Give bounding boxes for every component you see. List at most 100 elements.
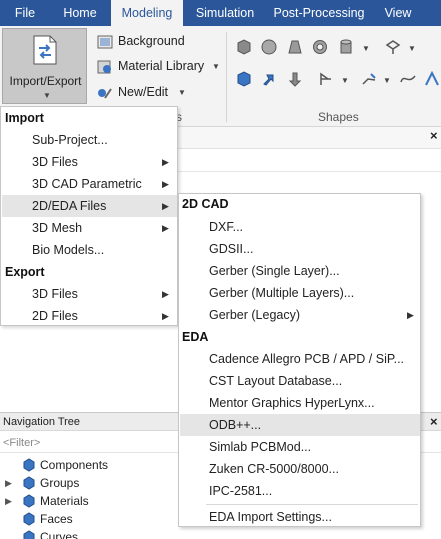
torus-icon[interactable]: [312, 39, 328, 55]
submenu-item-zuken[interactable]: Zuken CR-5000/8000...: [180, 458, 420, 480]
menu-item-label: 3D CAD Parametric: [32, 177, 142, 191]
tab-file[interactable]: File: [6, 0, 44, 26]
material-library-icon: [97, 60, 111, 74]
curves-icon: [23, 530, 35, 539]
brick-icon[interactable]: [236, 39, 252, 55]
cone-icon[interactable]: [287, 39, 303, 55]
menu-item-sub-project[interactable]: Sub-Project...: [2, 129, 177, 151]
submenu-item-ipc-2581[interactable]: IPC-2581...: [180, 480, 420, 502]
chevron-down-icon[interactable]: ▼: [383, 76, 391, 85]
menu-item-label: 3D Mesh: [32, 221, 83, 235]
submenu-item-mentor-hyperlynx[interactable]: Mentor Graphics HyperLynx...: [180, 392, 420, 414]
chevron-down-icon: ▼: [43, 91, 51, 100]
submenu-item-label: ODB++...: [209, 418, 262, 432]
submenu-item-gerber-legacy[interactable]: Gerber (Legacy) ▶: [180, 304, 420, 326]
submenu-item-eda-import-settings[interactable]: EDA Import Settings...: [180, 506, 420, 528]
submenu-item-gerber-single[interactable]: Gerber (Single Layer)...: [180, 260, 420, 282]
import-export-menu: Import Sub-Project... 3D Files ▶ 3D CAD …: [0, 106, 178, 326]
expand-arrow-icon[interactable]: ▶: [5, 492, 12, 510]
tab-simulation[interactable]: Simulation: [189, 0, 261, 26]
submenu-item-odb[interactable]: ODB++...: [180, 414, 420, 436]
submenu-item-label: DXF...: [209, 220, 244, 234]
background-button[interactable]: Background: [97, 31, 185, 51]
sphere-icon[interactable]: [261, 39, 277, 55]
menu-header-export: Export: [5, 265, 45, 279]
polyline-icon[interactable]: [361, 71, 377, 87]
submenu-item-label: Mentor Graphics HyperLynx...: [209, 396, 375, 410]
chevron-down-icon[interactable]: ▼: [212, 62, 220, 71]
chevron-down-icon[interactable]: ▼: [341, 76, 349, 85]
submenu-arrow-icon: ▶: [162, 311, 169, 321]
new-edit-icon: [98, 88, 112, 99]
menu-item-3d-cad-parametric[interactable]: 3D CAD Parametric ▶: [2, 173, 177, 195]
menu-item-label: 2D Files: [32, 309, 78, 323]
expand-arrow-icon[interactable]: ▶: [5, 474, 12, 492]
submenu-item-label: IPC-2581...: [209, 484, 273, 498]
chevron-down-icon[interactable]: ▼: [408, 44, 416, 53]
ribbon-separator: [226, 32, 227, 122]
close-icon[interactable]: ×: [430, 414, 438, 429]
extrude-icon[interactable]: [261, 71, 277, 87]
import-export-icon: [33, 35, 57, 65]
submenu-arrow-icon: ▶: [407, 310, 414, 320]
submenu-arrow-icon: ▶: [162, 157, 169, 167]
menu-item-2d-eda-files[interactable]: 2D/EDA Files ▶: [2, 195, 177, 217]
eda-files-submenu: 2D CAD DXF... GDSII... Gerber (Single La…: [178, 193, 421, 527]
tab-post-processing[interactable]: Post-Processing: [268, 0, 370, 26]
submenu-item-cadence-allegro[interactable]: Cadence Allegro PCB / APD / SiP...: [180, 348, 420, 370]
submenu-item-dxf[interactable]: DXF...: [180, 216, 420, 238]
background-icon: [97, 35, 113, 49]
tab-view[interactable]: View: [376, 0, 420, 26]
menu-item-label: 3D Files: [32, 287, 78, 301]
submenu-item-label: GDSII...: [209, 242, 254, 256]
chevron-down-icon[interactable]: ▼: [178, 88, 186, 97]
ribbon-tab-bar: File Home Modeling Simulation Post-Proce…: [0, 0, 441, 26]
menu-item-3d-mesh[interactable]: 3D Mesh ▶: [2, 217, 177, 239]
analytical-curve-icon[interactable]: [424, 71, 440, 87]
submenu-item-gerber-multiple[interactable]: Gerber (Multiple Layers)...: [180, 282, 420, 304]
submenu-item-label: EDA Import Settings...: [209, 510, 332, 524]
menu-item-label: 2D/EDA Files: [32, 199, 107, 213]
tree-item-label: Curves: [40, 530, 79, 539]
submenu-arrow-icon: ▶: [162, 179, 169, 189]
new-edit-button[interactable]: New/Edit: [97, 82, 168, 102]
tree-item-label: Faces: [40, 512, 73, 526]
submenu-item-label: Simlab PCBMod...: [209, 440, 312, 454]
submenu-arrow-icon: ▶: [162, 201, 169, 211]
chevron-down-icon[interactable]: ▼: [362, 44, 370, 53]
submenu-item-label: Gerber (Legacy): [209, 308, 301, 322]
import-export-label: Import/Export: [9, 74, 82, 88]
tree-item-label: Materials: [40, 494, 89, 508]
submenu-item-label: CST Layout Database...: [209, 374, 343, 388]
submenu-divider: [206, 504, 418, 505]
cylinder-icon[interactable]: [338, 39, 354, 55]
tab-home[interactable]: Home: [54, 0, 106, 26]
pick-icon[interactable]: [385, 39, 401, 55]
material-library-button[interactable]: Material Library: [97, 56, 204, 76]
submenu-item-gdsii[interactable]: GDSII...: [180, 238, 420, 260]
new-edit-label: New/Edit: [118, 85, 169, 99]
submenu-item-label: Gerber (Multiple Layers)...: [209, 286, 355, 300]
rotate-icon[interactable]: [287, 71, 303, 87]
transform-icon[interactable]: [236, 71, 252, 87]
tree-item-label: Components: [40, 458, 109, 472]
tree-item-label: Groups: [40, 476, 80, 490]
material-library-label: Material Library: [118, 59, 205, 73]
menu-item-bio-models[interactable]: Bio Models...: [2, 239, 177, 261]
submenu-item-cst-layout-database[interactable]: CST Layout Database...: [180, 370, 420, 392]
menu-item-export-3d-files[interactable]: 3D Files ▶: [2, 283, 177, 305]
menu-item-label: Sub-Project...: [32, 133, 108, 147]
menu-item-export-2d-files[interactable]: 2D Files ▶: [2, 305, 177, 327]
menu-item-label: Bio Models...: [32, 243, 105, 257]
menu-item-import-3d-files[interactable]: 3D Files ▶: [2, 151, 177, 173]
curve-tool-icon[interactable]: [318, 71, 334, 87]
materials-icon: [23, 494, 35, 508]
submenu-header-2d-cad: 2D CAD: [182, 197, 229, 211]
import-export-button[interactable]: Import/Export ▼: [2, 28, 87, 104]
submenu-item-simlab-pcbmod[interactable]: Simlab PCBMod...: [180, 436, 420, 458]
close-icon[interactable]: ×: [430, 128, 438, 143]
groups-icon: [23, 476, 35, 490]
spline-icon[interactable]: [400, 71, 416, 87]
tab-modeling[interactable]: Modeling: [111, 0, 183, 26]
submenu-item-label: Zuken CR-5000/8000...: [209, 462, 339, 476]
